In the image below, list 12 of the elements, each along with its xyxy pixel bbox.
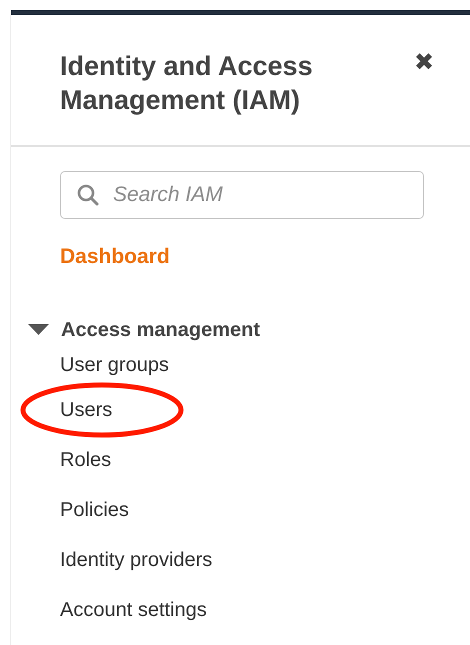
- nav-item[interactable]: Roles: [60, 444, 112, 474]
- panel-title: Identity and Access Management (IAM): [60, 50, 314, 117]
- nav-item[interactable]: Users: [60, 394, 112, 424]
- nav-item[interactable]: Policies: [60, 494, 129, 524]
- close-button[interactable]: ✖: [414, 51, 434, 75]
- nav-item[interactable]: Identity providers: [60, 544, 212, 574]
- search-icon: [77, 184, 99, 206]
- section-heading: Access management: [61, 318, 260, 342]
- search-field[interactable]: Search IAM: [60, 171, 424, 219]
- nav-item[interactable]: User groups: [60, 350, 169, 380]
- nav-item[interactable]: Account settings: [60, 594, 207, 624]
- expand-triangle-icon[interactable]: [28, 324, 49, 336]
